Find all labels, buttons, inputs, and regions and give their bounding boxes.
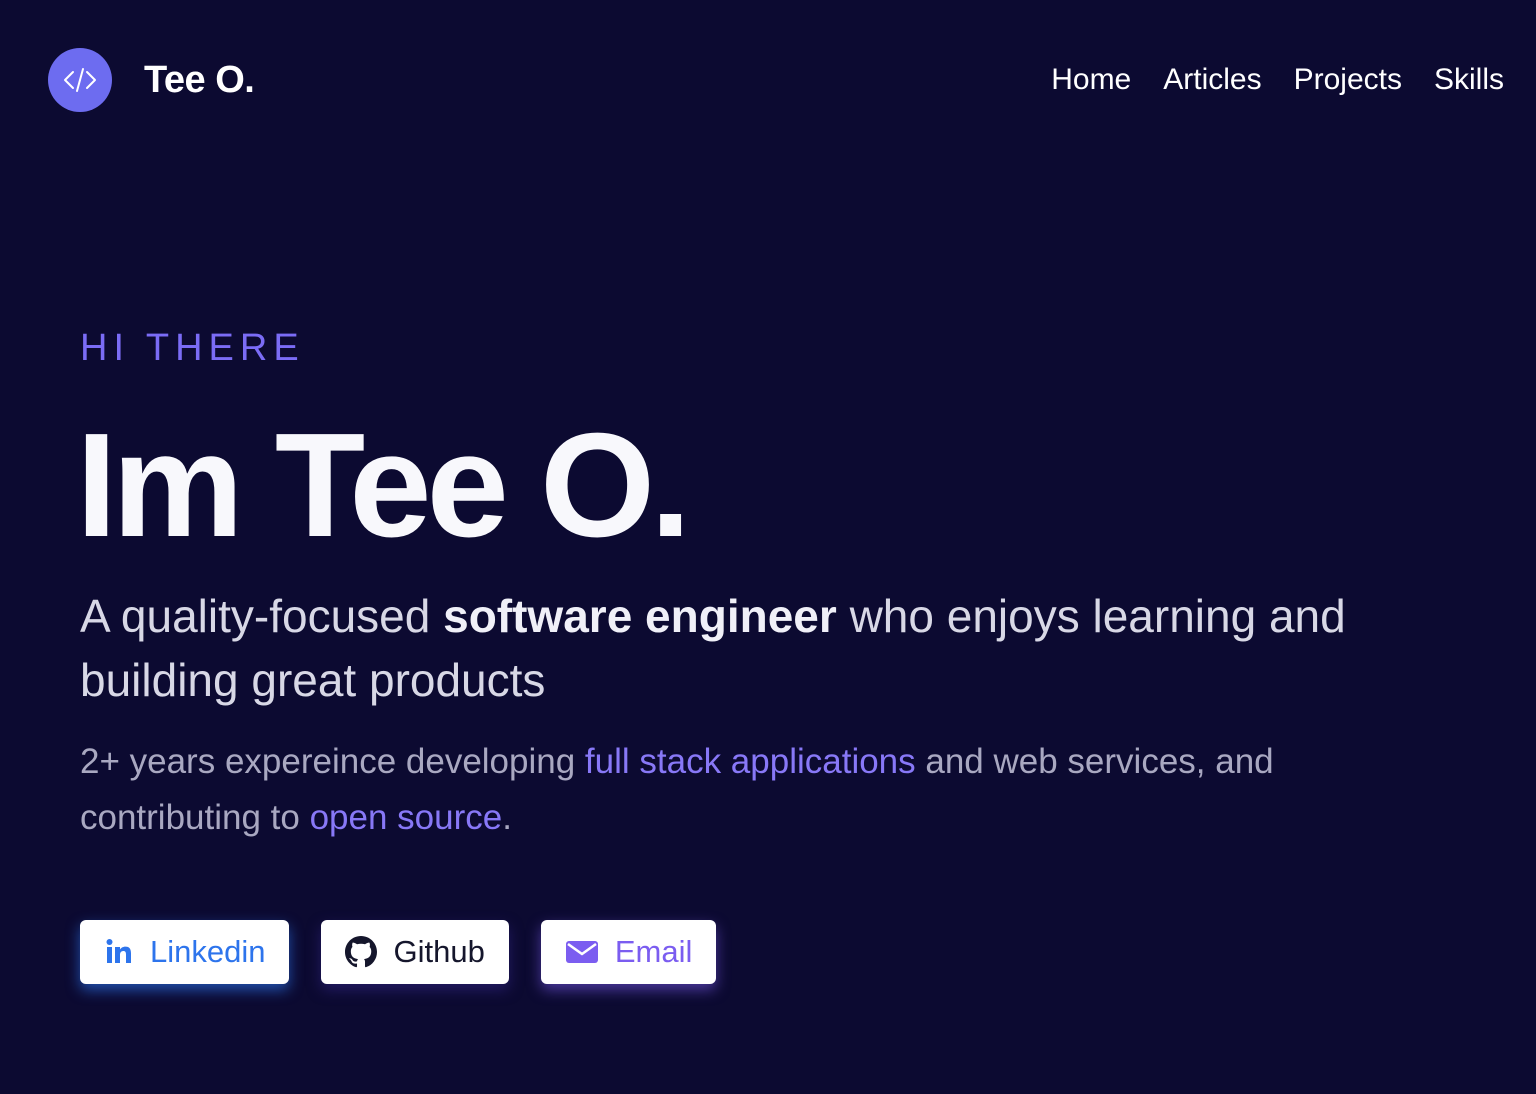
envelope-icon	[565, 938, 599, 966]
tagline-highlight: software engineer	[443, 590, 837, 642]
email-label: Email	[614, 934, 693, 969]
hero-tagline: A quality-focused software engineer who …	[80, 584, 1420, 712]
brand-name: Tee O.	[144, 58, 255, 101]
open-source-link[interactable]: open source	[310, 798, 503, 837]
email-button[interactable]: Email	[540, 920, 717, 984]
hero-section: HI THERE Im Tee O. A quality-focused sof…	[76, 320, 1420, 846]
nav-skills[interactable]: Skills	[1434, 63, 1504, 97]
page: Tee O. Home Articles Projects Skills HI …	[0, 0, 1536, 1094]
hero-eyebrow: HI THERE	[80, 327, 305, 369]
linkedin-button[interactable]: Linkedin	[80, 920, 290, 984]
nav-articles[interactable]: Articles	[1163, 63, 1261, 97]
social-buttons: Linkedin Github Email	[80, 920, 717, 984]
description-text-1: 2+ years expereince developing	[80, 742, 585, 781]
github-button[interactable]: Github	[321, 920, 509, 984]
code-icon	[48, 48, 112, 112]
site-header: Tee O. Home Articles Projects Skills	[48, 48, 1504, 112]
full-stack-link[interactable]: full stack applications	[585, 742, 916, 781]
github-icon	[345, 936, 378, 968]
brand-link[interactable]: Tee O.	[48, 48, 255, 112]
main-nav: Home Articles Projects Skills	[1051, 63, 1504, 97]
description-text-3: .	[502, 798, 512, 837]
hero-description: 2+ years expereince developing full stac…	[80, 734, 1420, 846]
linkedin-icon	[104, 937, 134, 967]
tagline-text-before: A quality-focused	[80, 590, 444, 642]
hero-headline: Im Tee O.	[76, 403, 691, 568]
nav-projects[interactable]: Projects	[1294, 63, 1402, 97]
nav-home[interactable]: Home	[1051, 63, 1131, 97]
github-label: Github	[393, 934, 485, 969]
linkedin-label: Linkedin	[150, 934, 266, 969]
